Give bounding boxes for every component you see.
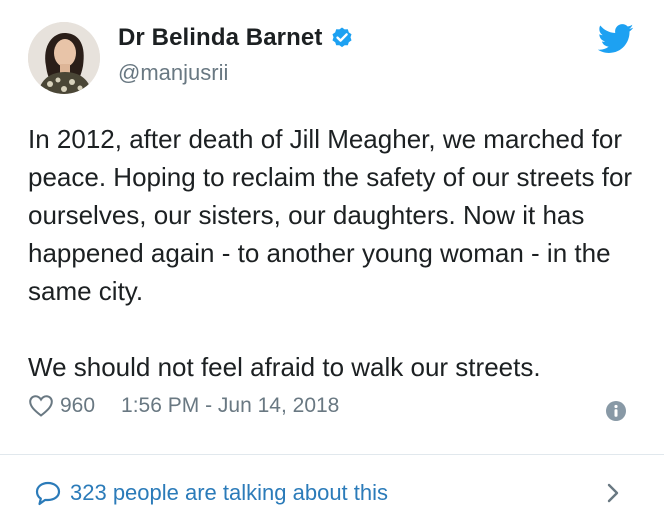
divider xyxy=(0,454,664,455)
author-handle[interactable]: @manjusrii xyxy=(118,60,228,86)
twitter-bird-icon[interactable] xyxy=(598,24,634,54)
tweet-paragraph: In 2012, after death of Jill Meagher, we… xyxy=(28,124,633,306)
tweet-text: In 2012, after death of Jill Meagher, we… xyxy=(28,120,648,386)
author-display-name[interactable]: Dr Belinda Barnet xyxy=(118,24,322,52)
tweet-timestamp[interactable]: 1:56 PM - Jun 14, 2018 xyxy=(121,394,339,418)
speech-bubble-icon xyxy=(35,481,61,506)
like-count[interactable]: 960 xyxy=(60,394,95,418)
info-icon[interactable] xyxy=(605,400,627,422)
tweet-card: Dr Belinda Barnet @manjusrii In 2012, af… xyxy=(0,0,664,524)
heart-icon[interactable] xyxy=(28,394,54,418)
verified-badge-icon xyxy=(332,27,352,48)
tweet-meta: 960 1:56 PM - Jun 14, 2018 xyxy=(28,394,339,418)
conversation-link[interactable]: 323 people are talking about this xyxy=(34,478,634,508)
author-name-row[interactable]: Dr Belinda Barnet xyxy=(118,24,354,52)
conversation-label[interactable]: 323 people are talking about this xyxy=(70,480,388,506)
tweet-paragraph: We should not feel afraid to walk our st… xyxy=(28,352,541,382)
avatar[interactable] xyxy=(28,22,100,94)
chevron-right-icon[interactable] xyxy=(604,482,622,504)
